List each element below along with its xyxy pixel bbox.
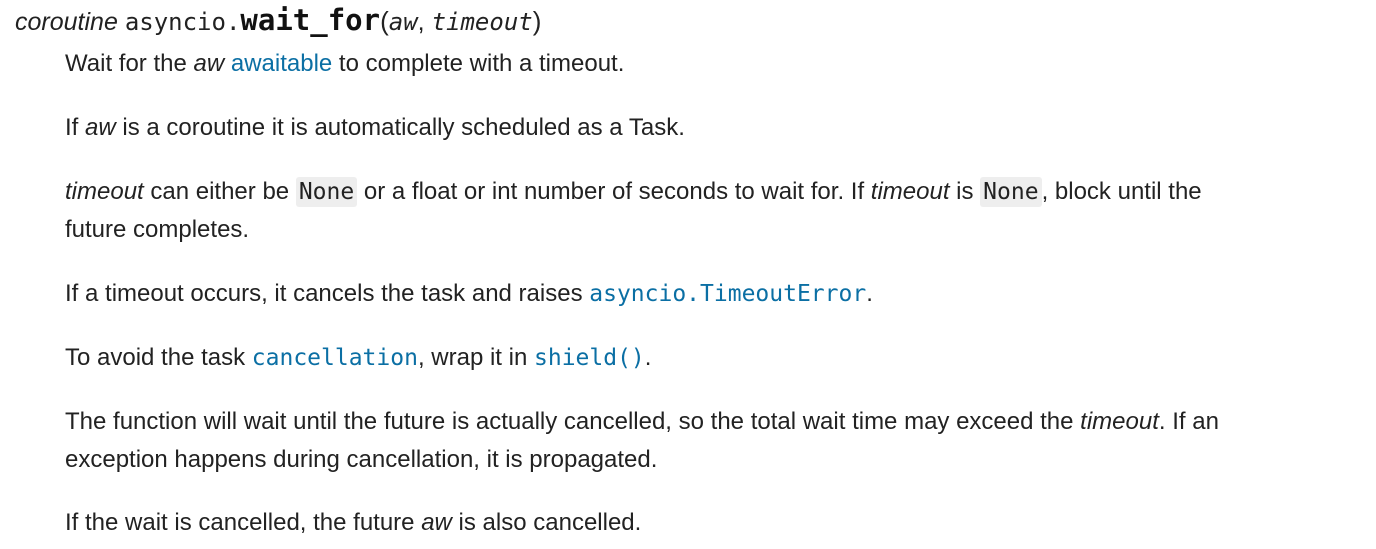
paragraph-wait-cancelled: If the wait is cancelled, the future aw …: [65, 504, 1365, 542]
text: to complete with a timeout.: [332, 50, 625, 77]
text: To avoid the task: [65, 344, 252, 371]
awaitable-link[interactable]: awaitable: [231, 50, 332, 77]
paragraph-cancel-wait: The function will wait until the future …: [65, 403, 1365, 479]
paragraph-timeout-line-1: timeout can either be None or a float or…: [65, 173, 1365, 211]
paragraph-intro: Wait for the aw awaitable to complete wi…: [65, 45, 1365, 83]
emphasis-aw: aw: [193, 50, 225, 77]
text: If the wait is cancelled, the future: [65, 509, 422, 536]
timeout-error-link[interactable]: asyncio.TimeoutError: [589, 281, 866, 307]
signature-separator: ,: [417, 8, 432, 36]
paragraph-coroutine-task: If aw is a coroutine it is automatically…: [65, 109, 1365, 147]
code-none: None: [980, 177, 1042, 207]
shield-link[interactable]: shield(): [534, 345, 645, 371]
signature-module: asyncio.: [124, 8, 241, 36]
paragraph-timeout-line-2: future completes.: [65, 216, 250, 243]
signature-param-timeout: timeout: [431, 8, 533, 36]
text: , wrap it in: [417, 344, 534, 371]
signature-function-name: wait_for: [240, 3, 381, 37]
text: is: [949, 178, 981, 205]
paragraph-timeout-error: If a timeout occurs, it cancels the task…: [65, 275, 1365, 313]
text: , block until the: [1041, 178, 1202, 205]
text: .: [866, 280, 873, 307]
text: is also cancelled.: [451, 509, 642, 536]
text: Wait for the: [65, 50, 194, 77]
text: is a coroutine it is automatically sched…: [115, 114, 685, 141]
text: [224, 50, 231, 77]
signature-prefix: coroutine: [15, 8, 118, 36]
emphasis-aw: aw: [421, 509, 452, 536]
signature-close-paren: ): [532, 6, 542, 36]
paragraph-cancel-wait-line-1: The function will wait until the future …: [65, 403, 1365, 441]
cancellation-link[interactable]: cancellation: [252, 345, 418, 371]
code-none: None: [295, 177, 358, 207]
emphasis-timeout: timeout: [870, 178, 950, 205]
paragraph-cancel-wait-line-2: exception happens during cancellation, i…: [65, 446, 658, 473]
signature-open-paren: (: [380, 6, 389, 36]
text: The function will wait until the future …: [65, 408, 1081, 435]
emphasis-aw: aw: [85, 114, 116, 141]
function-signature: coroutine asyncio.wait_for(aw, timeout): [15, 3, 541, 39]
text: If: [65, 114, 86, 141]
emphasis-timeout: timeout: [65, 178, 144, 205]
text: or a float or int number of seconds to w…: [357, 178, 871, 205]
paragraph-shield: To avoid the task cancellation, wrap it …: [65, 339, 1365, 377]
text: .: [644, 344, 652, 371]
signature-param-aw: aw: [388, 8, 418, 36]
paragraph-timeout: timeout can either be None or a float or…: [65, 173, 1365, 249]
emphasis-timeout: timeout: [1080, 408, 1159, 435]
text: . If an: [1158, 408, 1219, 435]
text: can either be: [143, 178, 296, 205]
text: If a timeout occurs, it cancels the task…: [65, 280, 590, 307]
